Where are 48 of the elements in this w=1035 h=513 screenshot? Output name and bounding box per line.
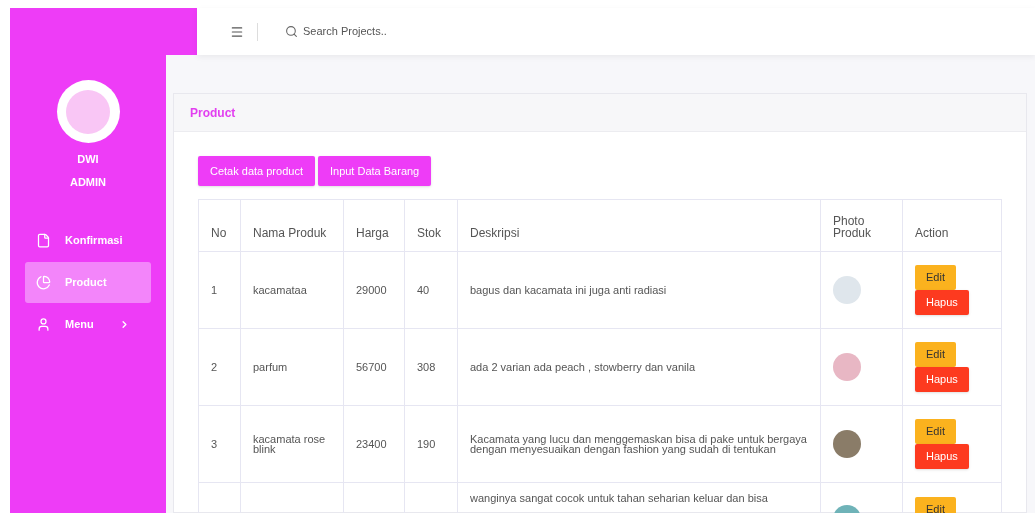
table-cell: Kacamata yang lucu dan menggemaskan bisa di pake untuk bergaya dengan menyesuaikan dengan fashion yang sudah di tentukan	[470, 433, 807, 455]
user-name: DWI	[77, 152, 99, 167]
user-role: ADMIN	[69, 174, 107, 190]
delete-button[interactable]: Hapus	[915, 444, 969, 469]
delete-button[interactable]: Hapus	[915, 367, 969, 392]
person-icon	[36, 317, 51, 332]
delete-button[interactable]: Hapus	[915, 290, 969, 315]
table-cell: wanginya sangat cocok untuk tahan seharian keluar dan bisa	[470, 492, 768, 504]
search-icon	[285, 25, 298, 38]
table-cell: 190	[417, 438, 436, 450]
table-cell: 3	[211, 438, 218, 450]
table-cell: bagus dan kacamata ini juga anti radiasi	[470, 284, 667, 296]
menu-icon[interactable]	[230, 24, 244, 39]
sidebar-item[interactable]: Konfirmasi	[25, 220, 151, 261]
edit-button[interactable]: Edit	[915, 497, 956, 513]
action-button[interactable]: Input Data Barang	[317, 156, 432, 186]
sidebar-item[interactable]: Product	[25, 262, 151, 303]
table-cell: kacamata rose blink	[253, 433, 326, 455]
card-title: Product	[190, 104, 236, 122]
search-field[interactable]: Search Projects..	[303, 23, 503, 40]
table-cell: 40	[417, 284, 430, 296]
column-header: Action	[902, 199, 1002, 252]
document-icon	[36, 233, 51, 248]
table-cell: 29000	[356, 284, 387, 296]
photo-placeholder	[833, 353, 861, 381]
column-header: No	[198, 199, 241, 252]
column-header: Nama Produk	[240, 199, 344, 252]
pie-chart-icon	[36, 275, 51, 290]
table-cell: ada 2 varian ada peach , stowberry dan vanila	[470, 361, 696, 373]
action-button[interactable]: Cetak data product	[198, 156, 315, 186]
table-cell: 23400	[356, 438, 387, 450]
table-cell: parfum	[253, 361, 288, 373]
edit-button[interactable]: Edit	[915, 419, 956, 444]
photo-placeholder	[833, 430, 861, 458]
chevron-icon	[119, 319, 130, 330]
column-header: Photo Produk	[820, 199, 903, 252]
table-cell: kacamataa	[253, 284, 307, 296]
edit-button[interactable]: Edit	[915, 265, 956, 290]
column-header: Harga	[343, 199, 405, 252]
edit-button[interactable]: Edit	[915, 342, 956, 367]
sidebar-item[interactable]: Menu	[25, 304, 151, 345]
table-cell: 1	[211, 284, 218, 296]
photo-placeholder	[833, 276, 861, 304]
table-cell: 56700	[356, 361, 387, 373]
table-cell: 308	[417, 361, 436, 373]
table-cell: 2	[211, 361, 218, 373]
column-header: Stok	[404, 199, 458, 252]
column-header: Deskripsi	[457, 199, 821, 252]
